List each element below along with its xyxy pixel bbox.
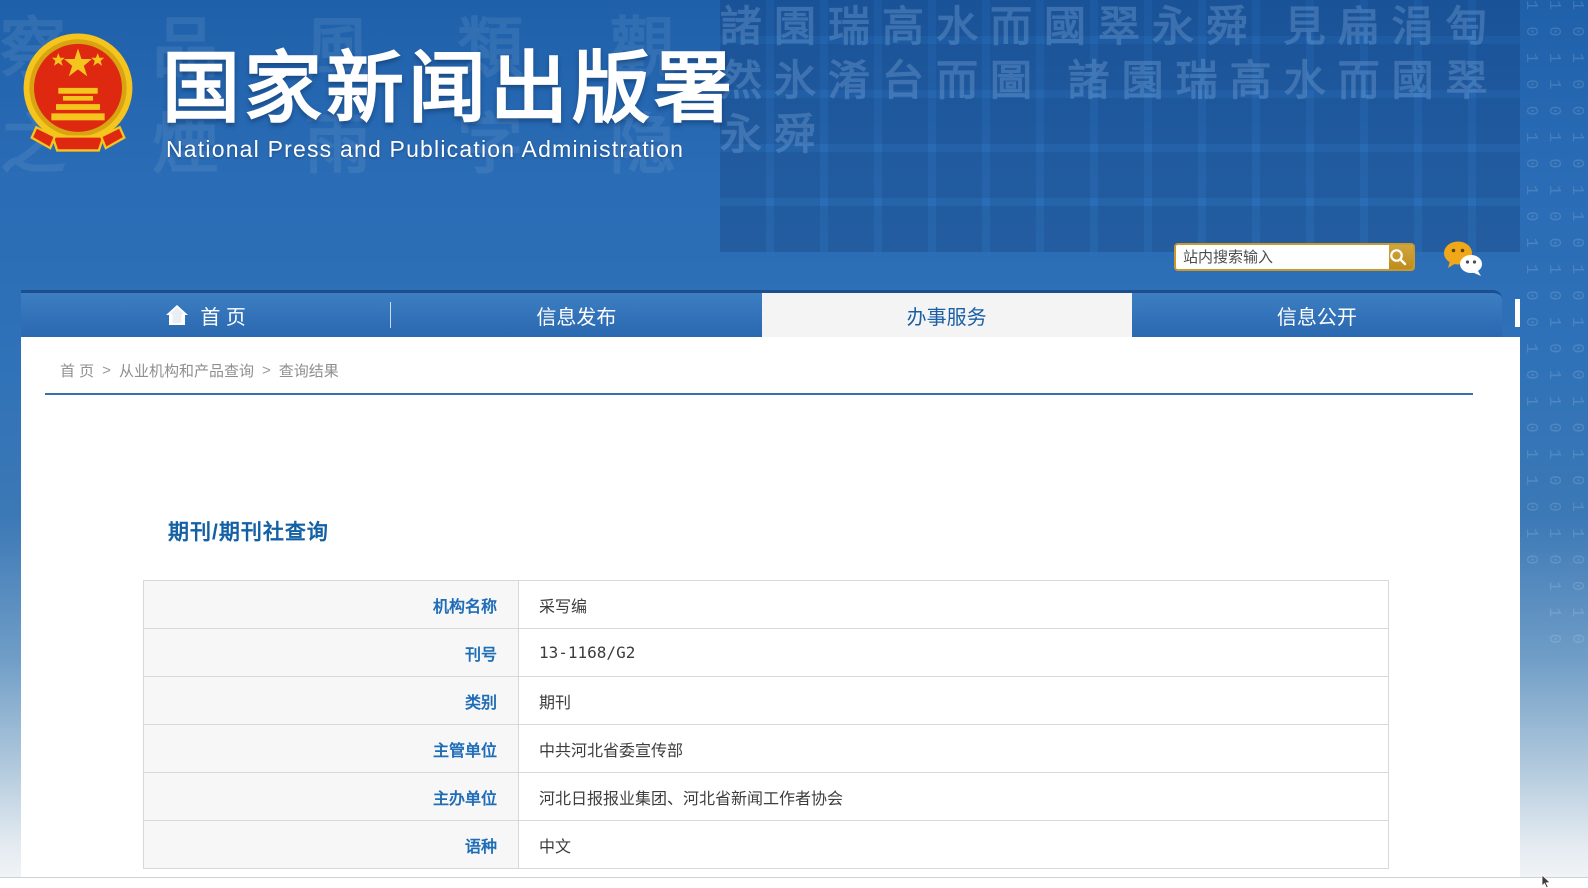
table-row: 语种 中文 xyxy=(143,820,1389,869)
breadcrumb-separator: > xyxy=(102,362,111,379)
national-emblem-icon xyxy=(23,33,133,152)
row-label: 主办单位 xyxy=(143,772,519,821)
nav-item-disclosure[interactable]: 信息公开 xyxy=(1132,293,1502,337)
nav-item-home[interactable]: 首 页 xyxy=(21,293,392,337)
nav-item-label: 首 页 xyxy=(200,306,246,329)
search-controls: 类别 xyxy=(1389,245,1415,269)
row-label: 主管单位 xyxy=(143,724,519,773)
nav-item-label: 办事服务 xyxy=(906,306,987,329)
row-label: 机构名称 xyxy=(143,580,519,629)
table-row: 主管单位 中共河北省委宣传部 xyxy=(143,724,1389,773)
home-icon xyxy=(166,305,189,325)
header-seal-texture: 諸園瑞高水而國翠永舜 見扁涓匋然氷淆台而圖 諸園瑞高水而國翠永舜 xyxy=(720,0,1520,252)
row-value: 采写编 xyxy=(518,580,1389,629)
site-title: 国家新闻出版署 xyxy=(162,44,737,132)
row-value: 13-1168/G2 xyxy=(518,628,1389,677)
query-result-table: 机构名称 采写编 刊号 13-1168/G2 类别 期刊 主管单位 中共河北省委… xyxy=(143,580,1389,869)
row-value: 中文 xyxy=(518,820,1389,869)
row-value: 中共河北省委宣传部 xyxy=(518,724,1389,773)
page-title: 期刊/期刊社查询 xyxy=(168,521,329,544)
search-divider xyxy=(1414,249,1415,265)
mouse-cursor xyxy=(1541,875,1551,888)
row-value: 期刊 xyxy=(518,676,1389,725)
row-label: 类别 xyxy=(143,676,519,725)
row-value: 河北日报报业集团、河北省新闻工作者协会 xyxy=(518,772,1389,821)
table-row: 类别 期刊 xyxy=(143,676,1389,725)
search-icon xyxy=(1390,249,1407,266)
national-emblem-logo[interactable] xyxy=(20,30,136,162)
wechat-share[interactable] xyxy=(1443,240,1483,276)
table-row: 机构名称 采写编 xyxy=(143,580,1389,629)
breadcrumb-divider xyxy=(45,393,1473,395)
content-panel: 首 页 > 从业机构和产品查询 > 查询结果 期刊/期刊社查询 机构名称 采写编… xyxy=(21,337,1520,877)
table-row: 刊号 13-1168/G2 xyxy=(143,628,1389,677)
row-label: 刊号 xyxy=(143,628,519,677)
breadcrumb-query[interactable]: 从业机构和产品查询 xyxy=(119,360,254,381)
site-search: 类别 xyxy=(1174,243,1415,271)
site-subtitle: National Press and Publication Administr… xyxy=(166,136,685,162)
nav-item-services[interactable]: 办事服务 xyxy=(761,293,1132,337)
row-label: 语种 xyxy=(143,820,519,869)
nav-item-news[interactable]: 信息发布 xyxy=(391,293,761,337)
breadcrumb-home[interactable]: 首 页 xyxy=(60,360,94,381)
page-background: { "header": { "title": "国家新闻出版署", "subti… xyxy=(0,0,1588,888)
breadcrumb: 首 页 > 从业机构和产品查询 > 查询结果 xyxy=(60,360,339,381)
page-bottom-strip xyxy=(0,877,1588,888)
nav-item-label: 信息公开 xyxy=(1276,306,1357,329)
main-navigation: 首 页 信息发布 办事服务 信息公开 xyxy=(21,290,1502,337)
search-button[interactable] xyxy=(1389,248,1407,266)
nav-item-label: 信息发布 xyxy=(536,306,617,329)
table-row: 主办单位 河北日报报业集团、河北省新闻工作者协会 xyxy=(143,772,1389,821)
breadcrumb-current: 查询结果 xyxy=(278,363,339,380)
breadcrumb-separator: > xyxy=(261,362,271,379)
wechat-icon xyxy=(1444,241,1482,276)
search-input[interactable] xyxy=(1176,245,1389,269)
nav-edge-highlight xyxy=(1515,299,1520,327)
